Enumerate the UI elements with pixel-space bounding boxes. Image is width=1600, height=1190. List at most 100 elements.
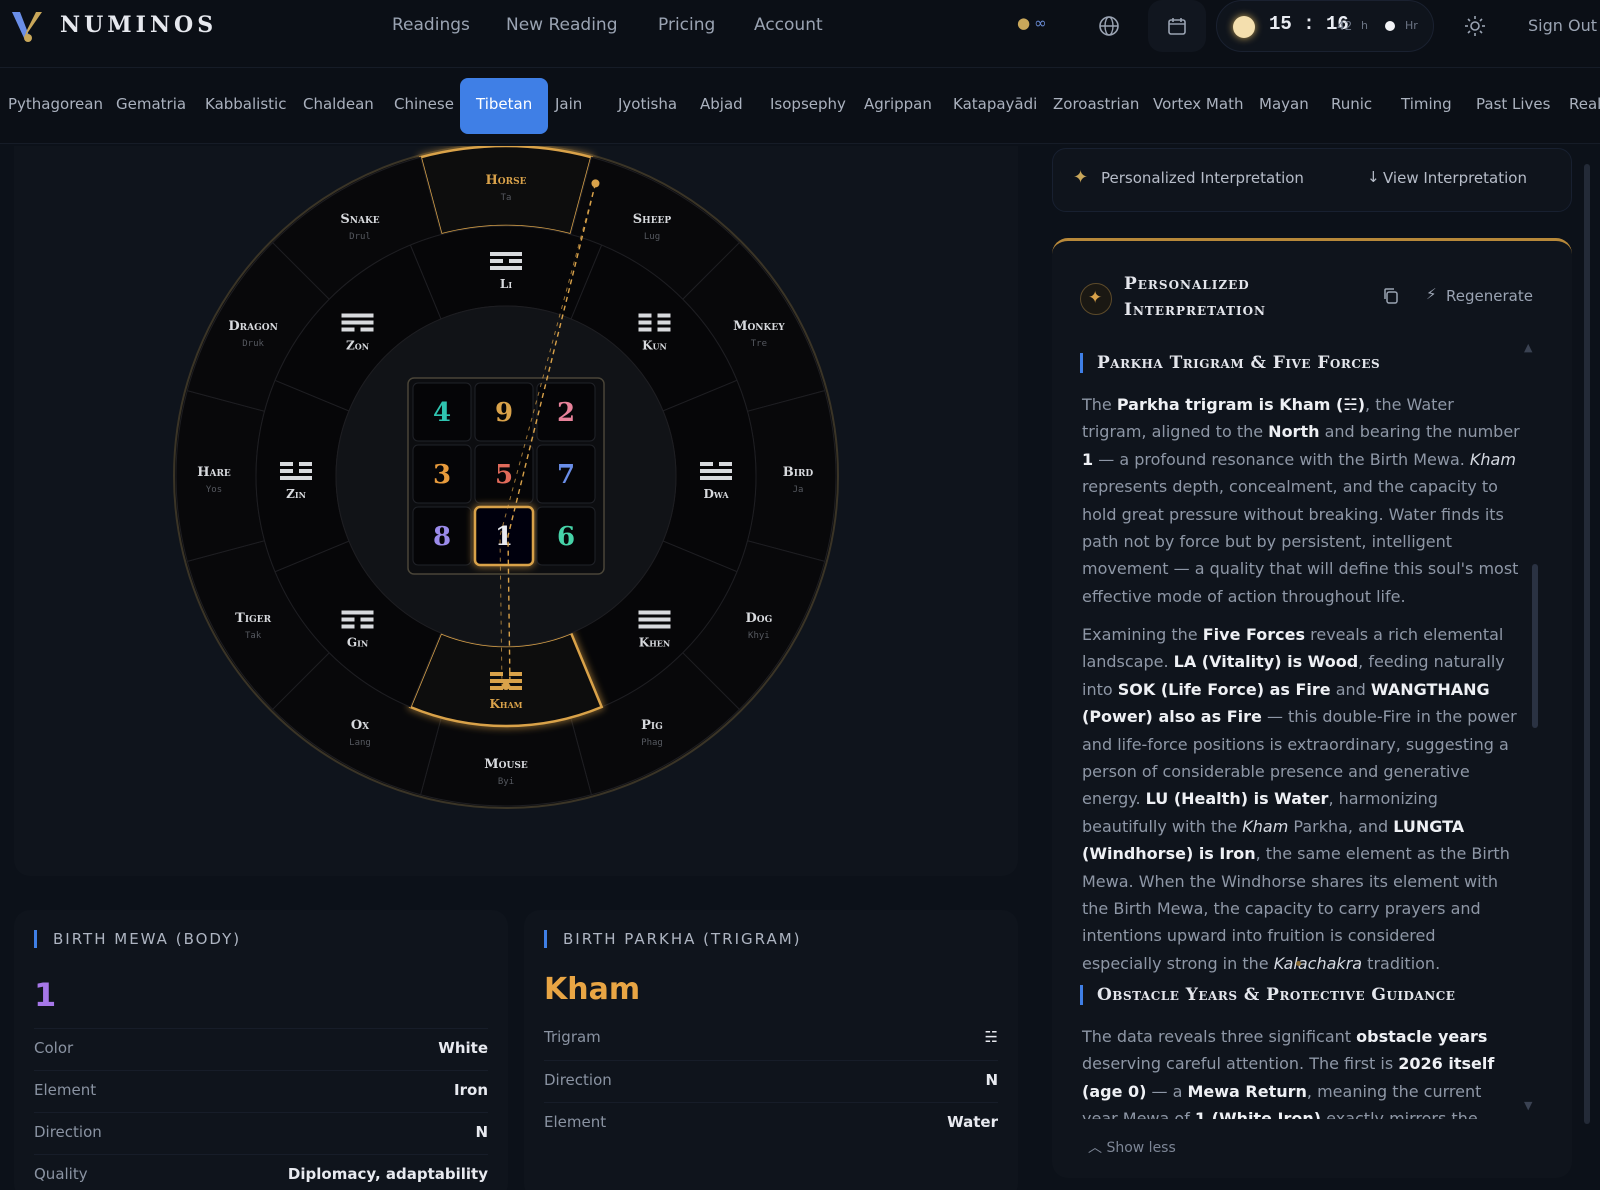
calendar-button[interactable]	[1148, 0, 1206, 52]
animal-tibetan-label: Tak	[245, 631, 262, 641]
tab-katapayadi[interactable]: Katapayādi	[953, 95, 1037, 113]
animal-label: Dragon	[228, 319, 278, 334]
sparkle-icon: ✦	[1073, 167, 1089, 188]
interpretation-scrollbar[interactable]	[1532, 564, 1538, 728]
section-divider-dot	[1296, 961, 1301, 966]
birth-mewa-card: BIRTH MEWA (BODY) 1 Color White Element Ir…	[14, 910, 508, 1190]
mewa-row-direction: Direction N	[34, 1112, 488, 1154]
row-value: Iron	[454, 1081, 488, 1099]
row-value: Diplomacy, adaptability	[287, 1165, 488, 1183]
animal-tibetan-label: Lang	[349, 738, 371, 748]
tab-runic[interactable]: Runic	[1331, 95, 1372, 113]
mewa-number: 9	[495, 398, 513, 428]
mewa-row-color: Color White	[34, 1028, 488, 1070]
view-interpretation-button[interactable]: View Interpretation	[1383, 169, 1527, 187]
animal-tibetan-label: Drul	[349, 232, 371, 242]
copy-icon[interactable]	[1382, 287, 1400, 305]
sparkle-icon: ✦	[1080, 283, 1112, 315]
trigram-label: Dwa	[703, 487, 729, 501]
system-tabs: Pythagorean Gematria Kabbalistic Chaldea…	[0, 68, 1600, 144]
row-key: Element	[544, 1113, 607, 1131]
animal-label: Dog	[745, 611, 772, 626]
tab-zoroastrian[interactable]: Zoroastrian	[1053, 95, 1139, 113]
tab-tibetan[interactable]: Tibetan	[460, 78, 549, 134]
interpretation-card: ✦ Personalized Interpretation ⚡ Regenera…	[1052, 238, 1572, 1178]
animal-tibetan-label: Khyi	[748, 631, 770, 641]
tab-pythagorean[interactable]: Pythagorean	[8, 95, 103, 113]
animal-label: Hare	[197, 465, 231, 480]
theme-toggle-button[interactable]	[1446, 0, 1504, 52]
tab-vortex-math[interactable]: Vortex Math	[1153, 95, 1243, 113]
animal-tibetan-label: Ta	[501, 193, 512, 203]
section-obstacle-heading: Obstacle Years & Protective Guidance	[1080, 985, 1455, 1005]
lightning-icon: ⚡	[1426, 285, 1437, 303]
interpretation-strip: ✦ Personalized Interpretation ↓ View Int…	[1052, 148, 1572, 212]
row-key: Direction	[34, 1123, 102, 1141]
relation-endpoint	[591, 179, 600, 188]
tab-chinese[interactable]: Chinese	[394, 95, 454, 113]
interpretation-paragraph-2: Examining the Five Forces reveals a rich…	[1082, 625, 1517, 973]
clock-mode-toggle[interactable]	[1385, 21, 1395, 31]
sun-icon	[1233, 16, 1255, 38]
language-button[interactable]	[1080, 0, 1138, 52]
animal-tibetan-label: Ja	[793, 485, 804, 495]
birth-parkha-card: BIRTH PARKHA (TRIGRAM) Kham Trigram ☵ Dir…	[524, 910, 1018, 1190]
interpretation-title: Personalized Interpretation	[1124, 274, 1267, 320]
tab-timing[interactable]: Timing	[1401, 95, 1452, 113]
tab-mayan[interactable]: Mayan	[1259, 95, 1309, 113]
trigram-khen-icon	[638, 610, 671, 629]
trigram-label: Zon	[346, 339, 369, 353]
show-less-button[interactable]: ︿ Show less	[1088, 1137, 1176, 1157]
mewa-number: 3	[433, 460, 451, 490]
animal-label: Horse	[486, 173, 527, 188]
birth-parkha-name: Kham	[544, 972, 641, 1007]
tab-past-lives[interactable]: Past Lives	[1476, 95, 1550, 113]
scroll-up-icon[interactable]: ▲	[1524, 341, 1532, 354]
tab-gematria[interactable]: Gematria	[116, 95, 186, 113]
animal-tibetan-label: Byi	[498, 777, 514, 787]
regenerate-button[interactable]: Regenerate	[1446, 287, 1533, 305]
animal-sector-horse[interactable]	[419, 146, 593, 237]
nav-account[interactable]: Account	[754, 15, 823, 35]
row-value: ☵	[984, 1028, 998, 1046]
top-bar: NUMINOS Readings New Reading Pricing Acc…	[0, 0, 1600, 68]
tab-jain[interactable]: Jain	[555, 95, 582, 113]
animal-label: Tiger	[235, 611, 271, 626]
scroll-down-icon[interactable]: ▼	[1524, 1099, 1532, 1112]
clock-unit: h	[1361, 19, 1368, 32]
birth-mewa-number: 1	[34, 976, 57, 1014]
brand-name[interactable]: NUMINOS	[60, 12, 217, 38]
credits-indicator[interactable]: ● ∞	[1017, 14, 1047, 32]
numinos-logo-icon[interactable]	[10, 8, 44, 44]
nav-readings[interactable]: Readings	[392, 15, 470, 35]
trigram-label: Kham	[489, 697, 522, 711]
tab-jyotisha[interactable]: Jyotisha	[618, 95, 677, 113]
animal-label: Snake	[340, 212, 379, 227]
mewa-number: 2	[557, 398, 575, 428]
tab-real[interactable]: Real	[1569, 95, 1600, 113]
tab-isopsephy[interactable]: Isopsephy	[770, 95, 846, 113]
row-key: Element	[34, 1081, 97, 1099]
relation-endpoint	[502, 682, 510, 690]
mewa-number: 8	[433, 522, 451, 552]
arrow-down-icon: ↓	[1367, 168, 1380, 186]
animal-label: Ox	[351, 718, 369, 733]
nav-new-reading[interactable]: New Reading	[506, 15, 618, 35]
page-scrollbar[interactable]	[1582, 150, 1592, 1150]
tab-abjad[interactable]: Abjad	[700, 95, 743, 113]
tab-kabbalistic[interactable]: Kabbalistic	[205, 95, 286, 113]
interpretation-paragraph-3: The data reveals three significant obsta…	[1082, 1027, 1495, 1119]
animal-tibetan-label: Lug	[644, 232, 660, 242]
animal-label: Monkey	[733, 319, 785, 334]
row-key: Quality	[34, 1165, 88, 1183]
globe-icon	[1099, 16, 1119, 36]
sign-out-link[interactable]: Sign Out	[1528, 16, 1597, 35]
nav-pricing[interactable]: Pricing	[658, 15, 715, 35]
page-scrollbar-thumb[interactable]	[1584, 164, 1590, 1124]
tab-agrippan[interactable]: Agrippan	[864, 95, 932, 113]
trigram-label: Zin	[286, 487, 306, 501]
clock-widget[interactable]: 15 : 16 42 h Hr	[1216, 0, 1434, 52]
animal-label: Bird	[783, 465, 814, 480]
mewa-row-element: Element Iron	[34, 1070, 488, 1112]
tab-chaldean[interactable]: Chaldean	[303, 95, 374, 113]
